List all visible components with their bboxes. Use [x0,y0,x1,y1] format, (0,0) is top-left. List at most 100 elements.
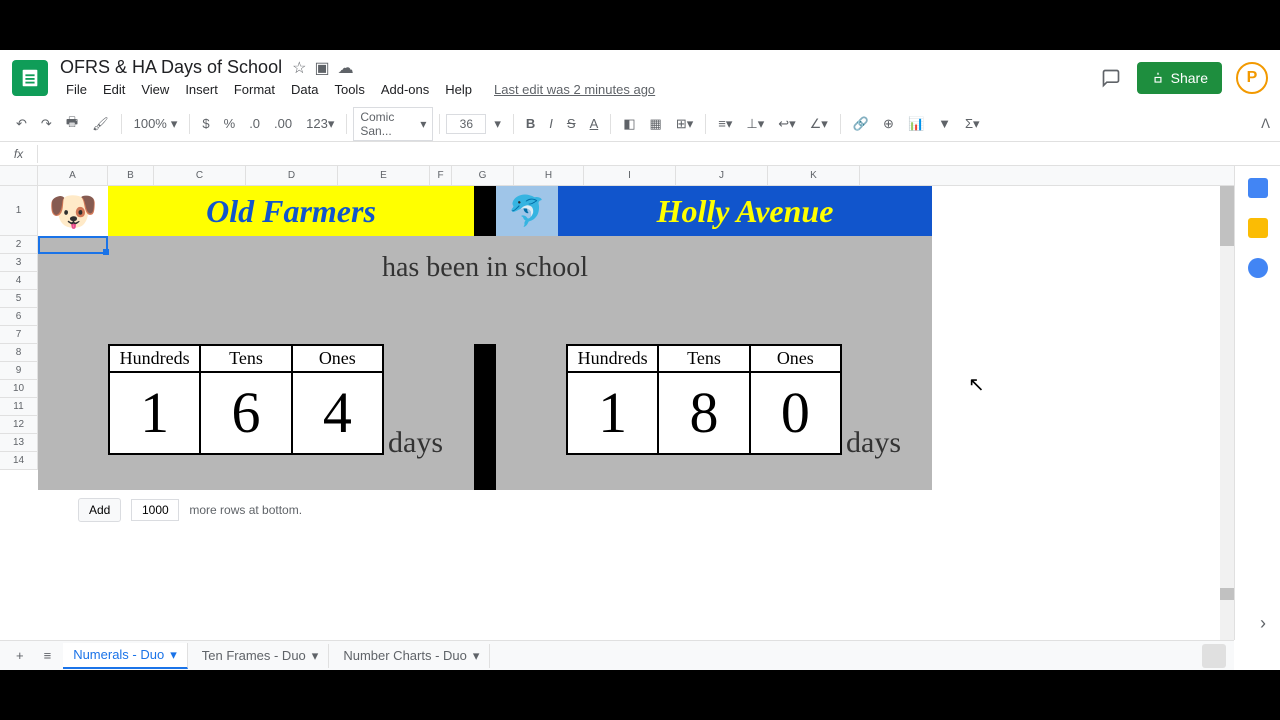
sheet-tab-numbercharts[interactable]: Number Charts - Duo▾ [333,644,490,668]
select-all-corner[interactable] [0,166,38,185]
text-color-icon[interactable]: A [584,112,605,135]
more-formats[interactable]: 123▾ [300,112,340,136]
collapse-toolbar-icon[interactable]: ᐱ [1261,116,1270,132]
right-ones-value[interactable]: 0 [751,373,840,453]
menu-insert[interactable]: Insert [179,80,224,99]
merge-icon[interactable]: ⊞▾ [670,112,699,136]
col-header[interactable]: E [338,166,430,185]
col-header[interactable]: J [676,166,768,185]
col-header[interactable]: I [584,166,676,185]
strike-icon[interactable]: S [561,112,582,135]
col-header[interactable]: A [38,166,108,185]
menu-data[interactable]: Data [285,80,324,99]
expand-side-panel-icon[interactable]: › [1260,613,1266,634]
row-header[interactable]: 8 [0,344,38,362]
undo-icon[interactable]: ↶ [10,112,33,136]
explore-icon[interactable] [1202,644,1226,668]
add-rows-input[interactable] [131,499,179,521]
zoom-select[interactable]: 100% ▾ [128,112,184,136]
keep-icon[interactable] [1248,218,1268,238]
star-icon[interactable]: ☆ [292,58,306,78]
font-family-select[interactable]: Comic San...▾ [353,107,433,141]
cells[interactable]: 🐶 Old Farmers 🐬 Holly Avenue has been in… [38,186,1234,470]
left-hundreds-value[interactable]: 1 [110,373,201,453]
comment-insert-icon[interactable]: ⊕ [877,112,900,136]
calendar-icon[interactable] [1248,178,1268,198]
col-header[interactable]: C [154,166,246,185]
row-header[interactable]: 14 [0,452,38,470]
scrollbar-thumb[interactable] [1220,186,1234,246]
last-edit-link[interactable]: Last edit was 2 minutes ago [494,82,655,97]
move-icon[interactable]: ▣ [314,58,329,78]
chevron-down-icon[interactable]: ▾ [170,647,177,663]
italic-icon[interactable]: I [543,112,559,135]
increase-decimal-icon[interactable]: .00 [268,112,298,135]
redo-icon[interactable]: ↷ [35,112,58,136]
left-tens-value[interactable]: 6 [201,373,292,453]
link-icon[interactable]: 🔗 [847,112,875,136]
row-header[interactable]: 4 [0,272,38,290]
percent-icon[interactable]: % [218,112,242,135]
bold-icon[interactable]: B [520,112,541,135]
col-header[interactable]: F [430,166,452,185]
all-sheets-icon[interactable]: ≡ [36,644,60,667]
fill-color-icon[interactable]: ◧ [617,112,641,136]
currency-icon[interactable]: $ [196,112,215,135]
row-header[interactable]: 2 [0,236,38,254]
col-header[interactable]: B [108,166,154,185]
avatar[interactable]: P [1236,62,1268,94]
tasks-icon[interactable] [1248,258,1268,278]
filter-icon[interactable]: ▼ [932,112,957,135]
comments-icon[interactable] [1099,66,1123,90]
col-header[interactable]: H [514,166,584,185]
font-size-dropdown-icon[interactable]: ▾ [488,112,507,136]
chart-icon[interactable]: 📊 [902,112,930,136]
left-ones-value[interactable]: 4 [293,373,382,453]
menu-file[interactable]: File [60,80,93,99]
sheet-tab-tenframes[interactable]: Ten Frames - Duo▾ [192,644,330,668]
wrap-icon[interactable]: ↩▾ [772,112,801,136]
menu-tools[interactable]: Tools [328,80,370,99]
row-header[interactable]: 11 [0,398,38,416]
menu-view[interactable]: View [135,80,175,99]
row-header[interactable]: 9 [0,362,38,380]
row-header[interactable]: 6 [0,308,38,326]
sheet-tab-numerals[interactable]: Numerals - Duo▾ [63,643,188,669]
cloud-icon[interactable]: ☁ [338,58,354,78]
right-hundreds-value[interactable]: 1 [568,373,659,453]
decrease-decimal-icon[interactable]: .0 [243,112,266,135]
functions-icon[interactable]: Σ▾ [959,112,986,136]
menu-edit[interactable]: Edit [97,80,131,99]
col-header[interactable]: G [452,166,514,185]
v-align-icon[interactable]: ⊥▾ [740,112,770,136]
col-header[interactable]: D [246,166,338,185]
share-button[interactable]: Share [1137,62,1222,94]
menu-addons[interactable]: Add-ons [375,80,435,99]
row-header[interactable]: 13 [0,434,38,452]
scrollbar-thumb[interactable] [1220,588,1234,600]
doc-title[interactable]: OFRS & HA Days of School [60,57,282,78]
right-tens-value[interactable]: 8 [659,373,750,453]
borders-icon[interactable]: ▦ [644,112,668,136]
col-header[interactable]: K [768,166,860,185]
row-header[interactable]: 3 [0,254,38,272]
menu-help[interactable]: Help [439,80,478,99]
formula-input[interactable] [38,152,1280,156]
row-header[interactable]: 7 [0,326,38,344]
print-icon[interactable]: 🖶 [60,109,84,139]
h-align-icon[interactable]: ≡▾ [712,112,738,136]
vertical-scrollbar[interactable] [1220,186,1234,640]
row-header[interactable]: 1 [0,186,38,236]
chevron-down-icon[interactable]: ▾ [473,648,480,664]
sheets-logo-icon[interactable] [12,60,48,96]
row-header[interactable]: 5 [0,290,38,308]
chevron-down-icon[interactable]: ▾ [312,648,319,664]
paint-format-icon[interactable]: 🖌 [86,112,115,136]
add-sheet-icon[interactable]: + [8,644,32,667]
rotate-icon[interactable]: ∠▾ [804,112,834,136]
menu-format[interactable]: Format [228,80,281,99]
row-header[interactable]: 12 [0,416,38,434]
row-header[interactable]: 10 [0,380,38,398]
add-rows-button[interactable]: Add [78,498,121,522]
font-size-select[interactable]: 36 [446,114,486,134]
